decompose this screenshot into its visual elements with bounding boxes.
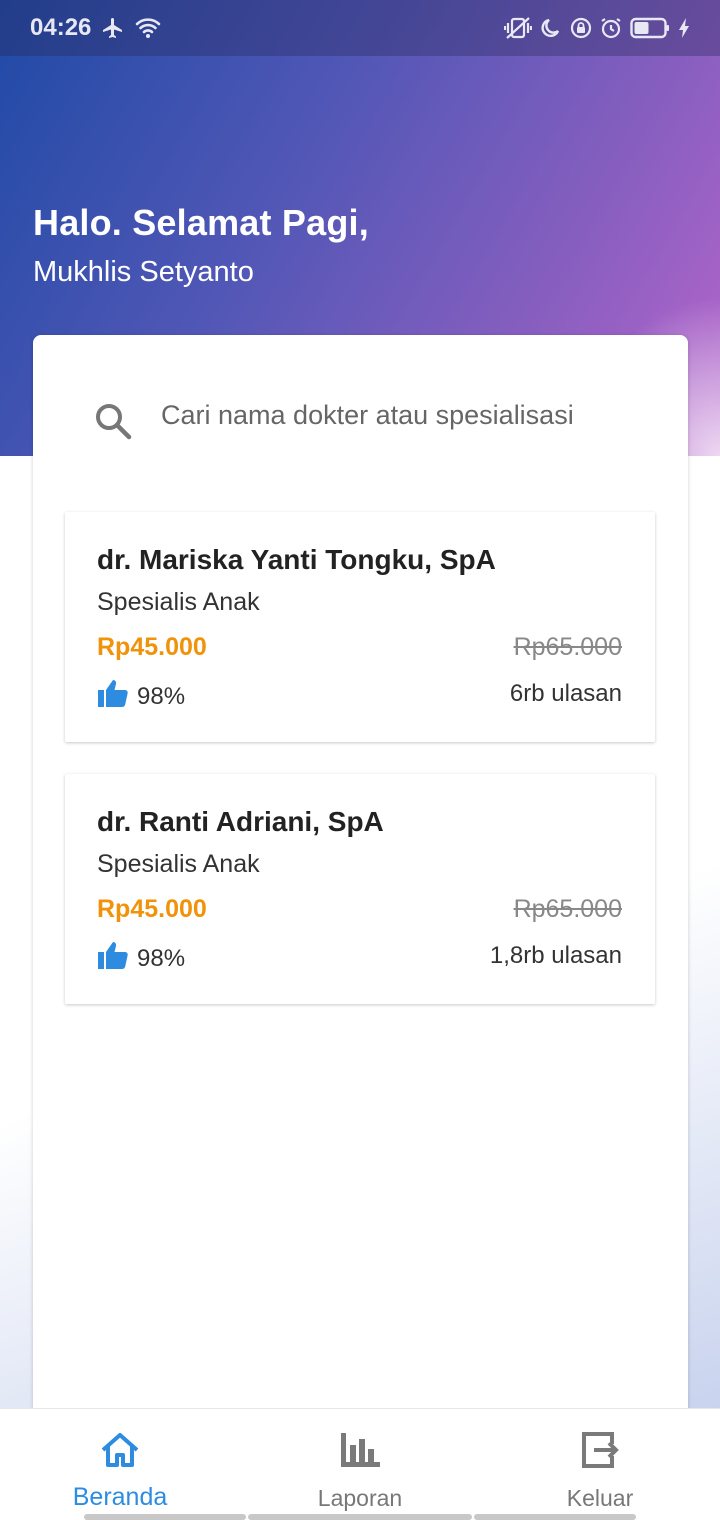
bottom-navigation: Beranda Laporan Keluar [0,1408,720,1520]
search-input[interactable] [161,399,641,431]
thumbs-up-icon [97,678,129,715]
status-time: 04:26 [30,14,92,41]
doctor-price: Rp45.000 [97,895,207,923]
gesture-bar [474,1514,636,1520]
moon-icon [540,17,562,39]
nav-label: Keluar [566,1485,634,1511]
gesture-bar [84,1514,246,1520]
vibrate-icon [504,16,532,40]
lock-rotation-icon [570,17,592,39]
gesture-bar [248,1514,472,1520]
nav-item-beranda[interactable]: Beranda [0,1409,240,1520]
wifi-icon [135,17,161,39]
doctor-price: Rp45.000 [97,633,207,661]
user-name: Mukhlis Setyanto [33,256,254,288]
greeting-title: Halo. Selamat Pagi, [33,202,369,243]
airplane-icon [101,16,125,40]
nav-label: Beranda [72,1483,168,1511]
rating-value: 98% [137,944,186,972]
doctor-card[interactable]: dr. Mariska Yanti Tongku, SpA Spesialis … [65,512,655,742]
status-bar: 04:26 [0,0,720,56]
doctor-specialty: Spesialis Anak [97,850,260,878]
bar-chart-icon [339,1429,381,1471]
doctor-original-price: Rp65.000 [513,633,622,661]
exit-icon [580,1429,620,1471]
nav-label: Laporan [317,1485,403,1511]
battery-icon [630,17,670,39]
doctor-name: dr. Mariska Yanti Tongku, SpA [97,544,496,575]
charging-icon [678,17,690,39]
doctor-original-price: Rp65.000 [513,895,622,923]
search-bar[interactable] [93,390,653,440]
doctor-name: dr. Ranti Adriani, SpA [97,806,384,837]
doctor-list-card: dr. Mariska Yanti Tongku, SpA Spesialis … [33,335,688,1435]
nav-item-keluar[interactable]: Keluar [480,1409,720,1520]
home-icon [100,1429,140,1471]
doctor-specialty: Spesialis Anak [97,588,260,616]
alarm-icon [600,17,622,39]
doctor-reviews: 1,8rb ulasan [489,942,622,969]
doctor-card[interactable]: dr. Ranti Adriani, SpA Spesialis Anak Rp… [65,774,655,1004]
doctor-rating: 98% [97,940,185,977]
doctor-reviews: 6rb ulasan [509,680,622,707]
doctor-rating: 98% [97,678,185,715]
thumbs-up-icon [97,940,129,977]
search-icon [93,401,133,441]
nav-item-laporan[interactable]: Laporan [240,1409,480,1520]
rating-value: 98% [137,682,186,710]
